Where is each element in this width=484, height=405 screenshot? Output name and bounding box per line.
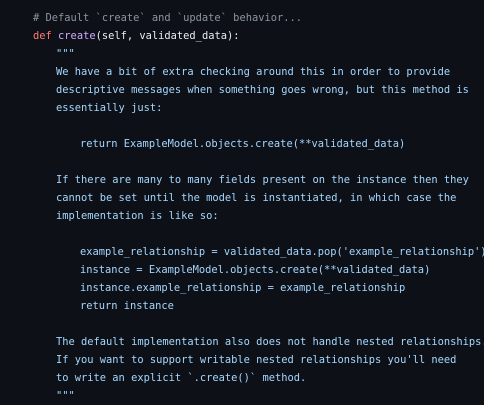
docstring-line: cannot be set until the model is instant… [56, 192, 457, 204]
docstring-line: If you want to support writable nested r… [56, 354, 457, 366]
code-viewer: # Default `create` and `update` behavior… [0, 0, 484, 402]
docstring-line: implementation is like so: [56, 210, 219, 222]
docstring-code-line: instance = ExampleModel.objects.create(*… [80, 264, 431, 276]
code-comment: # Default `create` and `update` behavior… [33, 12, 302, 24]
docstring-line: essentially just: [56, 102, 163, 114]
docstring-line: to write an explicit `.create()` method. [56, 372, 307, 384]
def-keyword: def [33, 30, 52, 42]
docstring-line: We have a bit of extra checking around t… [56, 66, 451, 78]
docstring-open: """ [56, 48, 75, 60]
function-signature: def create(self, validated_data): [0, 27, 484, 45]
docstring-code-line: return ExampleModel.objects.create(**val… [80, 138, 406, 150]
docstring-line: The default implementation also does not… [56, 336, 484, 348]
docstring-code-line: return instance [80, 300, 174, 312]
docstring-code-line: instance.example_relationship = example_… [80, 282, 406, 294]
docstring-line: descriptive messages when something goes… [56, 84, 469, 96]
function-params: (self, validated_data): [95, 30, 240, 42]
function-name: create [58, 30, 96, 42]
docstring-line: If there are many to many fields present… [56, 174, 469, 186]
docstring-code-line: example_relationship = validated_data.po… [80, 246, 484, 258]
docstring-close: """ [56, 390, 75, 402]
